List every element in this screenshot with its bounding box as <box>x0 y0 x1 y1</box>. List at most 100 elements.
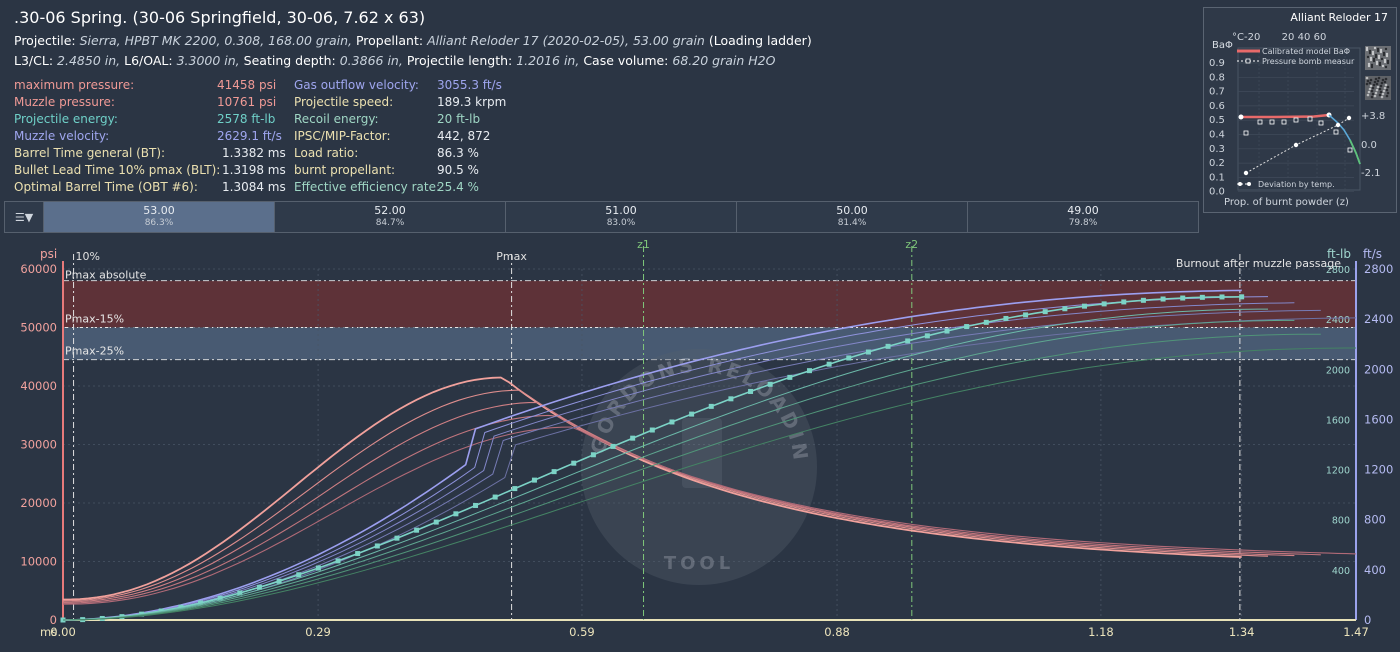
left-stat-label: Barrel Time general (BT): <box>14 146 166 160</box>
energy-marker <box>473 502 479 508</box>
powder-grain <box>1368 87 1372 91</box>
powder-grain <box>1376 85 1380 89</box>
energy-marker <box>512 486 518 492</box>
right-stat-label: Effective efficiency rate: <box>294 180 441 194</box>
inset-top-label: °C-20 <box>1232 32 1260 43</box>
powder-grain <box>1374 91 1378 95</box>
energy-marker <box>846 355 852 361</box>
left-stat-label: Muzzle pressure: <box>14 95 115 109</box>
y-right-energy-tick: 2000 <box>1326 365 1350 376</box>
energy-marker <box>492 494 498 500</box>
powder-grain <box>1384 47 1388 51</box>
y-left-tick: 10000 <box>20 555 57 569</box>
powder-grain <box>1380 81 1384 85</box>
case-volume-label: Case volume: <box>583 53 669 68</box>
l6-value: 3.3000 in, <box>176 53 240 68</box>
x-tick: 1.47 <box>1343 625 1369 639</box>
powder-grain <box>1378 63 1382 67</box>
inset-deviation-point <box>1346 115 1352 121</box>
energy-marker <box>689 411 695 417</box>
energy-marker <box>1140 297 1146 303</box>
left-stat-value: 1.3084 ms <box>222 180 286 194</box>
ladder-load-ratio: 84.7% <box>375 218 405 228</box>
inset-legend-model: Calibrated model BaΦ <box>1262 47 1350 56</box>
inset-bomb-point <box>1257 119 1263 125</box>
energy-marker <box>453 511 459 517</box>
energy-marker <box>983 319 989 325</box>
inset-yleft-tick: 0.7 <box>1209 87 1225 98</box>
energy-marker <box>1023 312 1029 318</box>
inset-title: Alliant Reloder 17 <box>1290 11 1388 24</box>
inset-yleft-label: BaΦ <box>1212 40 1233 51</box>
left-stat-value: 2578 ft-lb <box>217 112 276 126</box>
inset-yleft-tick: 0.1 <box>1209 172 1225 183</box>
ladder-step[interactable]: 51.00 83.0% <box>506 202 737 232</box>
left-stat-label: Muzzle velocity: <box>14 129 110 143</box>
powder-grain <box>1372 59 1376 63</box>
energy-marker <box>315 565 321 571</box>
propellant-label: Propellant: <box>355 33 424 48</box>
energy-marker <box>748 388 754 394</box>
powder-grain <box>1373 46 1377 50</box>
right-stat-value: 86.3 % <box>437 146 479 160</box>
inset-model-line <box>1241 113 1330 119</box>
right-stat-value: 3055.3 ft/s <box>437 78 502 92</box>
powder-grain <box>1379 90 1383 94</box>
ladder-step[interactable]: 52.00 84.7% <box>275 202 506 232</box>
powder-grain <box>1367 90 1371 94</box>
powder-grain <box>1382 89 1386 93</box>
energy-marker <box>433 519 439 525</box>
powder-grain <box>1369 78 1373 82</box>
powder-grain <box>1383 80 1387 84</box>
powder-grain <box>1378 93 1382 97</box>
energy-marker <box>944 328 950 334</box>
energy-marker <box>531 477 537 483</box>
seating-value: 0.3866 in, <box>339 53 403 68</box>
right-stat-value: 442, 872 <box>437 129 491 143</box>
energy-marker <box>885 343 891 349</box>
ladder-step[interactable]: 50.00 81.4% <box>737 202 968 232</box>
inset-yleft-tick: 0.9 <box>1209 58 1225 69</box>
left-stat-value: 1.3198 ms <box>222 163 286 177</box>
powder-grain <box>1365 82 1369 86</box>
header: .30-06 Spring. (30-06 Springfield, 30-06… <box>14 8 1194 71</box>
band-label: Pmax absolute <box>65 269 147 282</box>
loading-ladder: ☰ ▼ 53.00 86.3% 52.00 84.7% 51.00 83.0% 50.00 81… <box>4 201 1199 233</box>
energy-marker <box>1101 301 1107 307</box>
y-right-velocity-tick: 1200 <box>1364 463 1393 477</box>
l6-label: L6/OAL: <box>124 53 173 68</box>
inset-yleft-tick: 0.4 <box>1209 130 1225 141</box>
ladder-step[interactable]: 53.00 86.3% <box>44 202 275 232</box>
ladder-menu-button[interactable]: ☰ ▼ <box>5 202 44 232</box>
y-right-velocity-tick: 800 <box>1364 513 1386 527</box>
x-tick: 0.29 <box>305 625 331 639</box>
y-left-label: psi <box>40 247 57 261</box>
energy-marker <box>414 527 420 533</box>
l3cl-value: 2.4850 in, <box>57 53 121 68</box>
case-volume-value: 68.20 grain H2O <box>672 53 776 68</box>
inset-bomb-point <box>1307 116 1313 122</box>
ladder-step[interactable]: 49.00 79.8% <box>968 202 1198 232</box>
pmax-absolute-band <box>63 280 1356 328</box>
inset-yright-tick: 0.0 <box>1361 140 1377 151</box>
powder-grain <box>1373 94 1377 98</box>
powder-grain <box>1379 50 1383 54</box>
energy-marker <box>787 374 793 380</box>
ladder-charge: 49.00 <box>1067 204 1099 217</box>
energy-marker <box>649 427 655 433</box>
right-stat-label: Projectile speed: <box>294 95 394 109</box>
y-right-energy-tick: 1200 <box>1326 466 1350 477</box>
left-stat-value: 41458 psi <box>217 78 277 92</box>
inset-yleft-tick: 0.0 <box>1209 187 1225 198</box>
right-stat-label: burnt propellant: <box>294 163 396 177</box>
y-right-velocity-tick: 2400 <box>1364 312 1393 326</box>
projectile-label: Projectile: <box>14 33 76 48</box>
energy-marker <box>1081 303 1087 309</box>
y-left-tick: 20000 <box>20 496 57 510</box>
energy-marker <box>1003 315 1009 321</box>
energy-marker <box>1042 309 1048 315</box>
powder-grain <box>1375 82 1379 86</box>
burnout-label: Burnout after muzzle passage <box>1176 257 1341 270</box>
powder-grain <box>1376 49 1380 53</box>
energy-marker <box>964 324 970 330</box>
